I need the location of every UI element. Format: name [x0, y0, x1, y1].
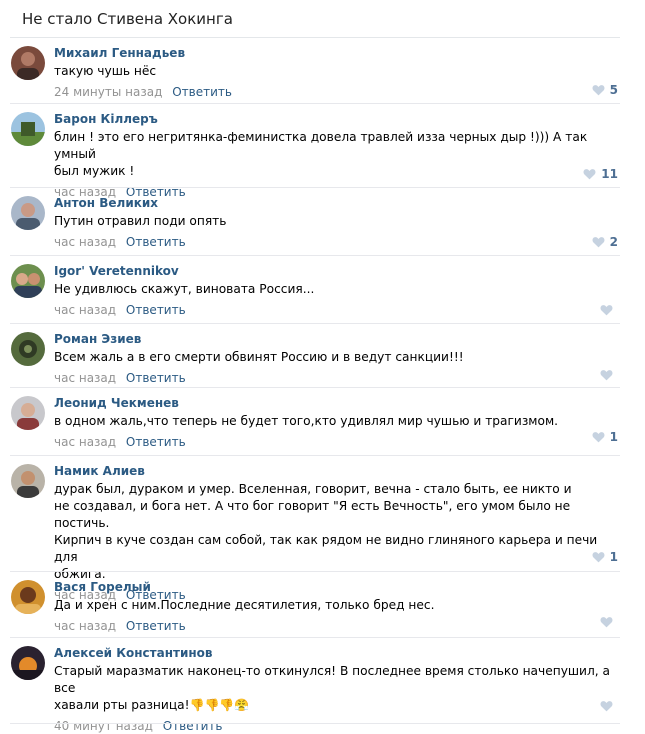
avatar[interactable] — [11, 46, 45, 80]
comment-text: такую чушь нёс — [54, 64, 157, 78]
comment-time[interactable]: час назад — [54, 235, 116, 249]
avatar[interactable] — [11, 112, 45, 146]
comment-time[interactable]: час назад — [54, 619, 116, 633]
comment-meta: час назад Ответить — [54, 370, 620, 386]
comment-author[interactable]: Михаил Геннадьев — [54, 45, 620, 61]
like-button[interactable] — [600, 616, 618, 628]
comment-meta: час назад Ответить — [54, 434, 620, 450]
like-button[interactable] — [600, 369, 618, 381]
heart-icon — [592, 237, 605, 248]
angry-face-emoji: 😤 — [234, 698, 250, 712]
comment-author[interactable]: Леонид Чекменев — [54, 395, 620, 411]
reply-link[interactable]: Ответить — [126, 235, 186, 249]
comment-item: Леонид Чекменев в одном жаль,что теперь … — [10, 388, 620, 456]
page-title: Не стало Стивена Хокинга — [22, 10, 233, 28]
comment-time[interactable]: 40 минут назад — [54, 719, 153, 733]
comment-text: в одном жаль,что теперь не будет того,кт… — [54, 414, 559, 428]
like-button[interactable]: 1 — [592, 550, 618, 564]
heart-icon — [600, 617, 613, 628]
comment-text-body: Старый маразматик наконец-то откинулся! … — [54, 664, 610, 712]
comment-author[interactable]: Намик Алиев — [54, 463, 620, 479]
like-count: 1 — [609, 430, 618, 444]
reply-link[interactable]: Ответить — [126, 303, 186, 317]
comment-text: Да и хрен с ним.Последние десятилетия, т… — [54, 598, 435, 612]
like-button[interactable]: 11 — [583, 167, 618, 181]
comment-text: Старый маразматик наконец-то откинулся! … — [54, 663, 620, 714]
comment-item: Антон Великих Путин отравил поди опять ч… — [10, 188, 620, 256]
heart-icon — [600, 701, 613, 712]
comment-time[interactable]: час назад — [54, 303, 116, 317]
comment-author[interactable]: Роман Эзиев — [54, 331, 620, 347]
heart-icon — [592, 552, 605, 563]
comment-author[interactable]: Антон Великих — [54, 195, 620, 211]
thumbs-down-emoji: 👎 — [219, 698, 235, 712]
comment-item: Роман Эзиев Всем жаль а в его смерти обв… — [10, 324, 620, 388]
thumbs-down-emoji: 👎 — [204, 698, 220, 712]
reply-link[interactable]: Ответить — [163, 719, 223, 733]
comment-meta: час назад Ответить — [54, 618, 620, 634]
heart-icon — [600, 370, 613, 381]
comment-text: блин ! это его негритянка-феминистка дов… — [54, 130, 588, 178]
heart-icon — [600, 305, 613, 316]
comment-author[interactable]: Igor' Veretennikov — [54, 263, 620, 279]
comment-text: Не удивлюсь скажут, виновата Россия... — [54, 282, 315, 296]
comment-meta: 24 минуты назад Ответить — [54, 84, 620, 100]
like-count: 5 — [609, 83, 618, 97]
like-count: 2 — [609, 235, 618, 249]
comment-author[interactable]: Барон Кіллеръ — [54, 111, 620, 127]
comment-time[interactable]: час назад — [54, 435, 116, 449]
comment-time[interactable]: 24 минуты назад — [54, 85, 162, 99]
like-count: 11 — [601, 167, 618, 181]
avatar[interactable] — [11, 580, 45, 614]
like-count: 1 — [609, 550, 618, 564]
like-button[interactable]: 2 — [592, 235, 618, 249]
comment-time[interactable]: час назад — [54, 371, 116, 385]
avatar[interactable] — [11, 196, 45, 230]
like-button[interactable]: 5 — [592, 83, 618, 97]
reply-link[interactable]: Ответить — [172, 85, 232, 99]
comment-divider — [10, 723, 620, 724]
like-button[interactable] — [600, 700, 618, 712]
reply-link[interactable]: Ответить — [126, 619, 186, 633]
avatar[interactable] — [11, 264, 45, 298]
reply-link[interactable]: Ответить — [126, 371, 186, 385]
heart-icon — [592, 432, 605, 443]
comment-author[interactable]: Вася Горелый — [54, 579, 620, 595]
comment-item: Вася Горелый Да и хрен с ним.Последние д… — [10, 572, 620, 638]
thumbs-down-emoji: 👎 — [189, 698, 205, 712]
avatar[interactable] — [11, 464, 45, 498]
comment-text: дурак был, дураком и умер. Вселенная, го… — [54, 482, 598, 581]
comment-author[interactable]: Алексей Константинов — [54, 645, 620, 661]
comment-item: Барон Кіллеръ блин ! это его негритянка-… — [10, 104, 620, 199]
like-button[interactable]: 1 — [592, 430, 618, 444]
comment-meta: час назад Ответить — [54, 302, 620, 318]
comment-item: Намик Алиев дурак был, дураком и умер. В… — [10, 456, 620, 602]
comment-item: Михаил Геннадьев такую чушь нёс 24 минут… — [10, 38, 620, 104]
comment-item: Igor' Veretennikov Не удивлюсь скажут, в… — [10, 256, 620, 324]
comment-meta: час назад Ответить — [54, 234, 620, 250]
avatar[interactable] — [11, 332, 45, 366]
avatar[interactable] — [11, 646, 45, 680]
reply-link[interactable]: Ответить — [126, 435, 186, 449]
heart-icon — [583, 169, 596, 180]
heart-icon — [592, 85, 605, 96]
like-button[interactable] — [600, 304, 618, 316]
comment-text: Всем жаль а в его смерти обвинят Россию … — [54, 350, 464, 364]
comment-text: Путин отравил поди опять — [54, 214, 227, 228]
avatar[interactable] — [11, 396, 45, 430]
comment-item: Алексей Константинов Старый маразматик н… — [10, 638, 620, 733]
